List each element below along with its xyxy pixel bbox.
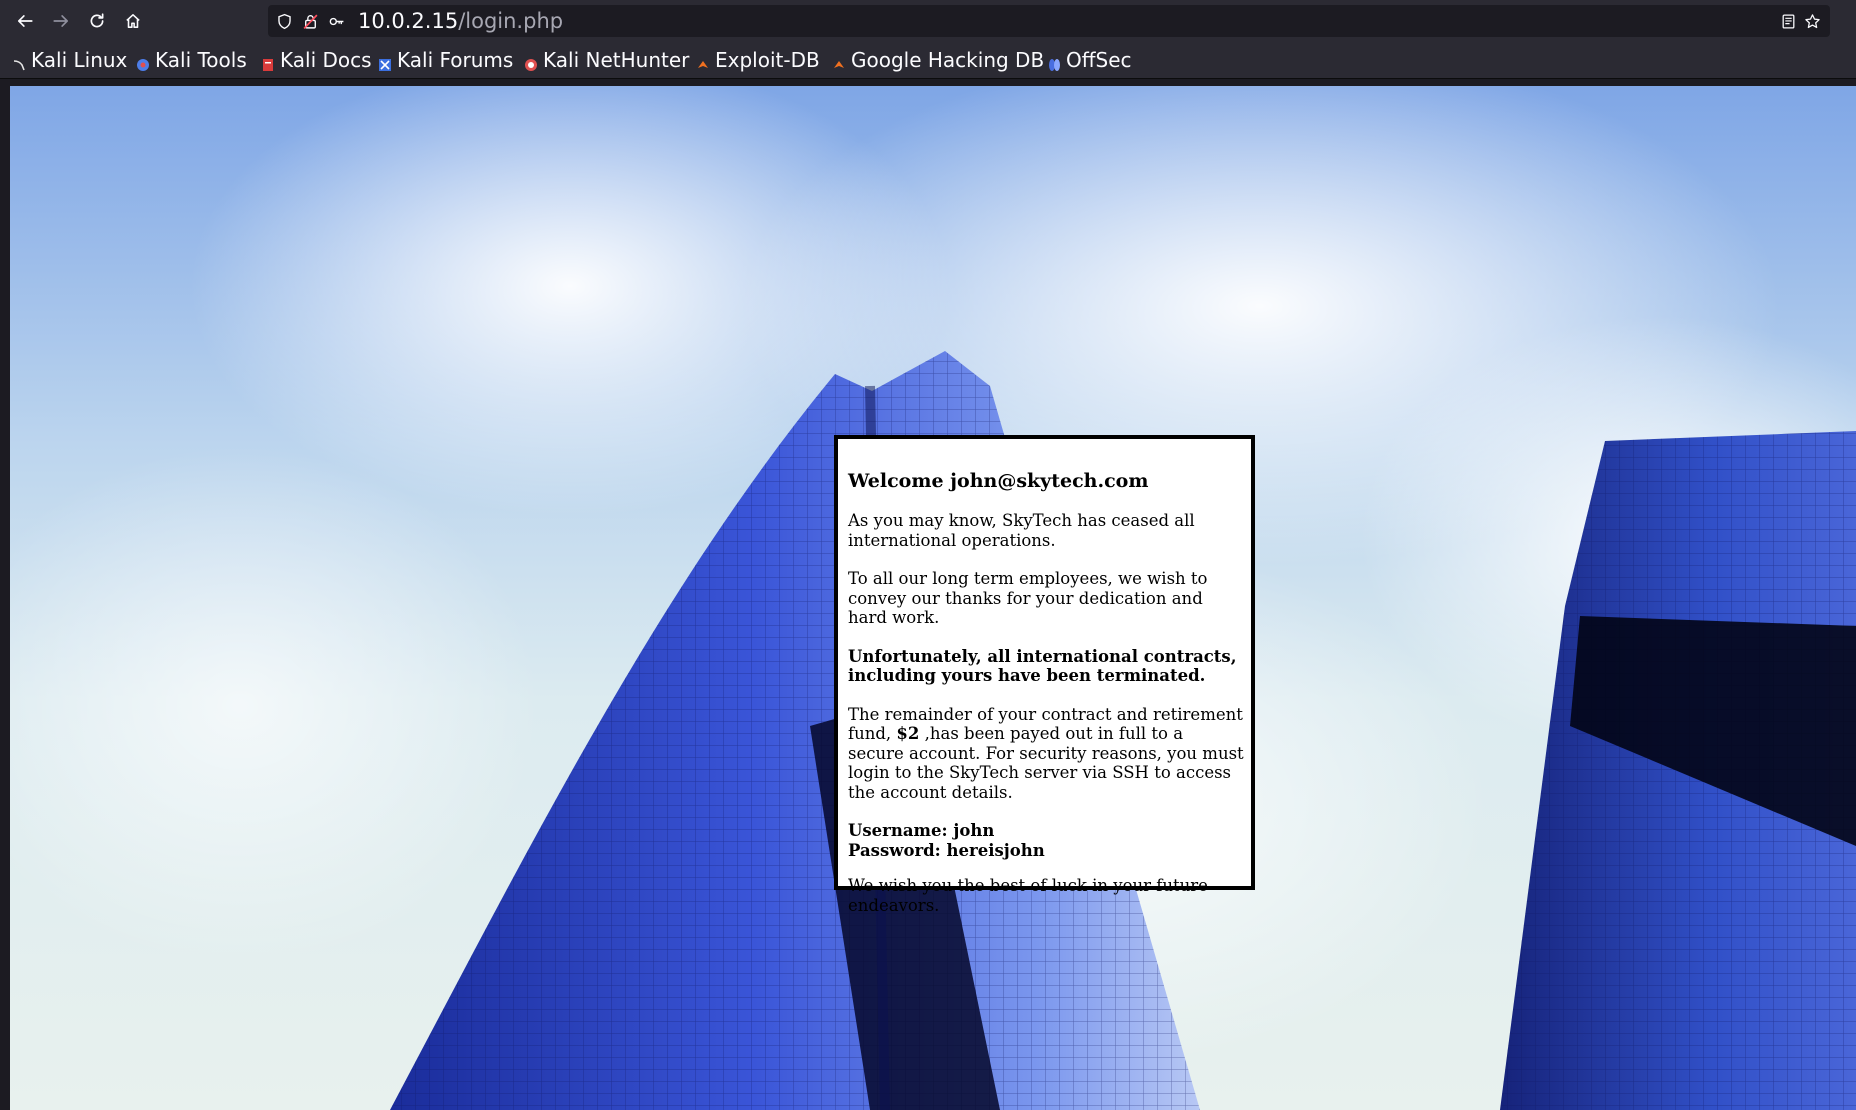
bookmark-kali-docs[interactable]: Kali Docs — [261, 47, 372, 73]
message-paragraph-4: The remainder of your contract and retir… — [848, 705, 1244, 803]
bookmark-kali-tools[interactable]: Kali Tools — [136, 47, 247, 73]
username-line: Username: john — [848, 821, 995, 840]
password-line: Password: hereisjohn — [848, 840, 1045, 860]
arrow-right-icon — [53, 15, 69, 27]
bookmark-offsec[interactable]: OffSec — [1047, 47, 1132, 73]
reload-icon — [90, 13, 104, 28]
bookmark-kali-forums[interactable]: Kali Forums — [378, 47, 513, 73]
exploit-db-icon — [696, 53, 710, 68]
message-paragraph-2: To all our long term employees, we wish … — [848, 569, 1208, 627]
back-button[interactable] — [8, 8, 42, 34]
reader-view-icon[interactable] — [1778, 11, 1798, 31]
bookmark-label: Google Hacking DB — [851, 48, 1045, 72]
bookmark-label: OffSec — [1066, 48, 1132, 72]
bookmark-exploit-db[interactable]: Exploit-DB — [696, 47, 820, 73]
bookmark-label: Kali Docs — [280, 48, 372, 72]
bookmark-google-hacking-db[interactable]: Google Hacking DB — [832, 47, 1044, 73]
url-host: 10.0.2.15 — [358, 9, 459, 33]
arrow-left-icon — [17, 15, 33, 27]
page-viewport: Welcome john@skytech.com As you may know… — [10, 86, 1856, 1110]
bookmark-label: Kali Forums — [397, 48, 514, 72]
bookmark-label: Kali Linux — [31, 48, 128, 72]
message-card: Welcome john@skytech.com As you may know… — [834, 435, 1255, 890]
bookmarks-toolbar: Kali Linux Kali Tools Kali Docs Kali For… — [0, 42, 1856, 79]
welcome-heading: Welcome john@skytech.com — [848, 470, 1149, 492]
url-path: /login.php — [458, 9, 564, 33]
star-icon[interactable] — [1802, 11, 1822, 31]
kali-tools-icon — [136, 53, 150, 71]
ghdb-icon — [832, 53, 846, 68]
key-icon[interactable] — [326, 11, 346, 31]
reload-button[interactable] — [80, 8, 114, 34]
bookmark-kali-nethunter[interactable]: Kali NetHunter — [524, 47, 689, 73]
bookmark-kali-linux[interactable]: Kali Linux — [12, 47, 127, 73]
bookmark-label: Kali Tools — [155, 48, 247, 72]
message-paragraph-1: As you may know, SkyTech has ceased all … — [848, 511, 1195, 550]
closing-line: We wish you the best of luck in your fut… — [848, 876, 1208, 915]
bookmark-label: Kali NetHunter — [543, 48, 690, 72]
kali-dragon-icon — [12, 53, 26, 71]
shield-icon[interactable] — [274, 11, 294, 31]
termination-notice: Unfortunately, all international contrac… — [848, 646, 1237, 686]
home-button[interactable] — [116, 8, 150, 34]
offsec-icon — [1047, 53, 1061, 71]
url-text[interactable]: 10.0.2.15/login.php — [358, 9, 563, 33]
message-content: Welcome john@skytech.com As you may know… — [848, 469, 1244, 860]
kali-docs-icon — [261, 53, 275, 71]
kali-nethunter-icon — [524, 53, 538, 71]
credentials: Username: john Password: hereisjohn — [848, 821, 1244, 860]
url-bar[interactable]: 10.0.2.15/login.php — [268, 5, 1830, 37]
kali-forums-icon — [378, 53, 392, 71]
lock-slash-icon[interactable] — [300, 11, 320, 31]
home-icon — [126, 14, 140, 28]
browser-toolbar: 10.0.2.15/login.php — [0, 0, 1856, 42]
forward-button[interactable] — [44, 8, 78, 34]
bookmark-label: Exploit-DB — [715, 48, 820, 72]
fund-amount: $2 — [896, 724, 920, 743]
